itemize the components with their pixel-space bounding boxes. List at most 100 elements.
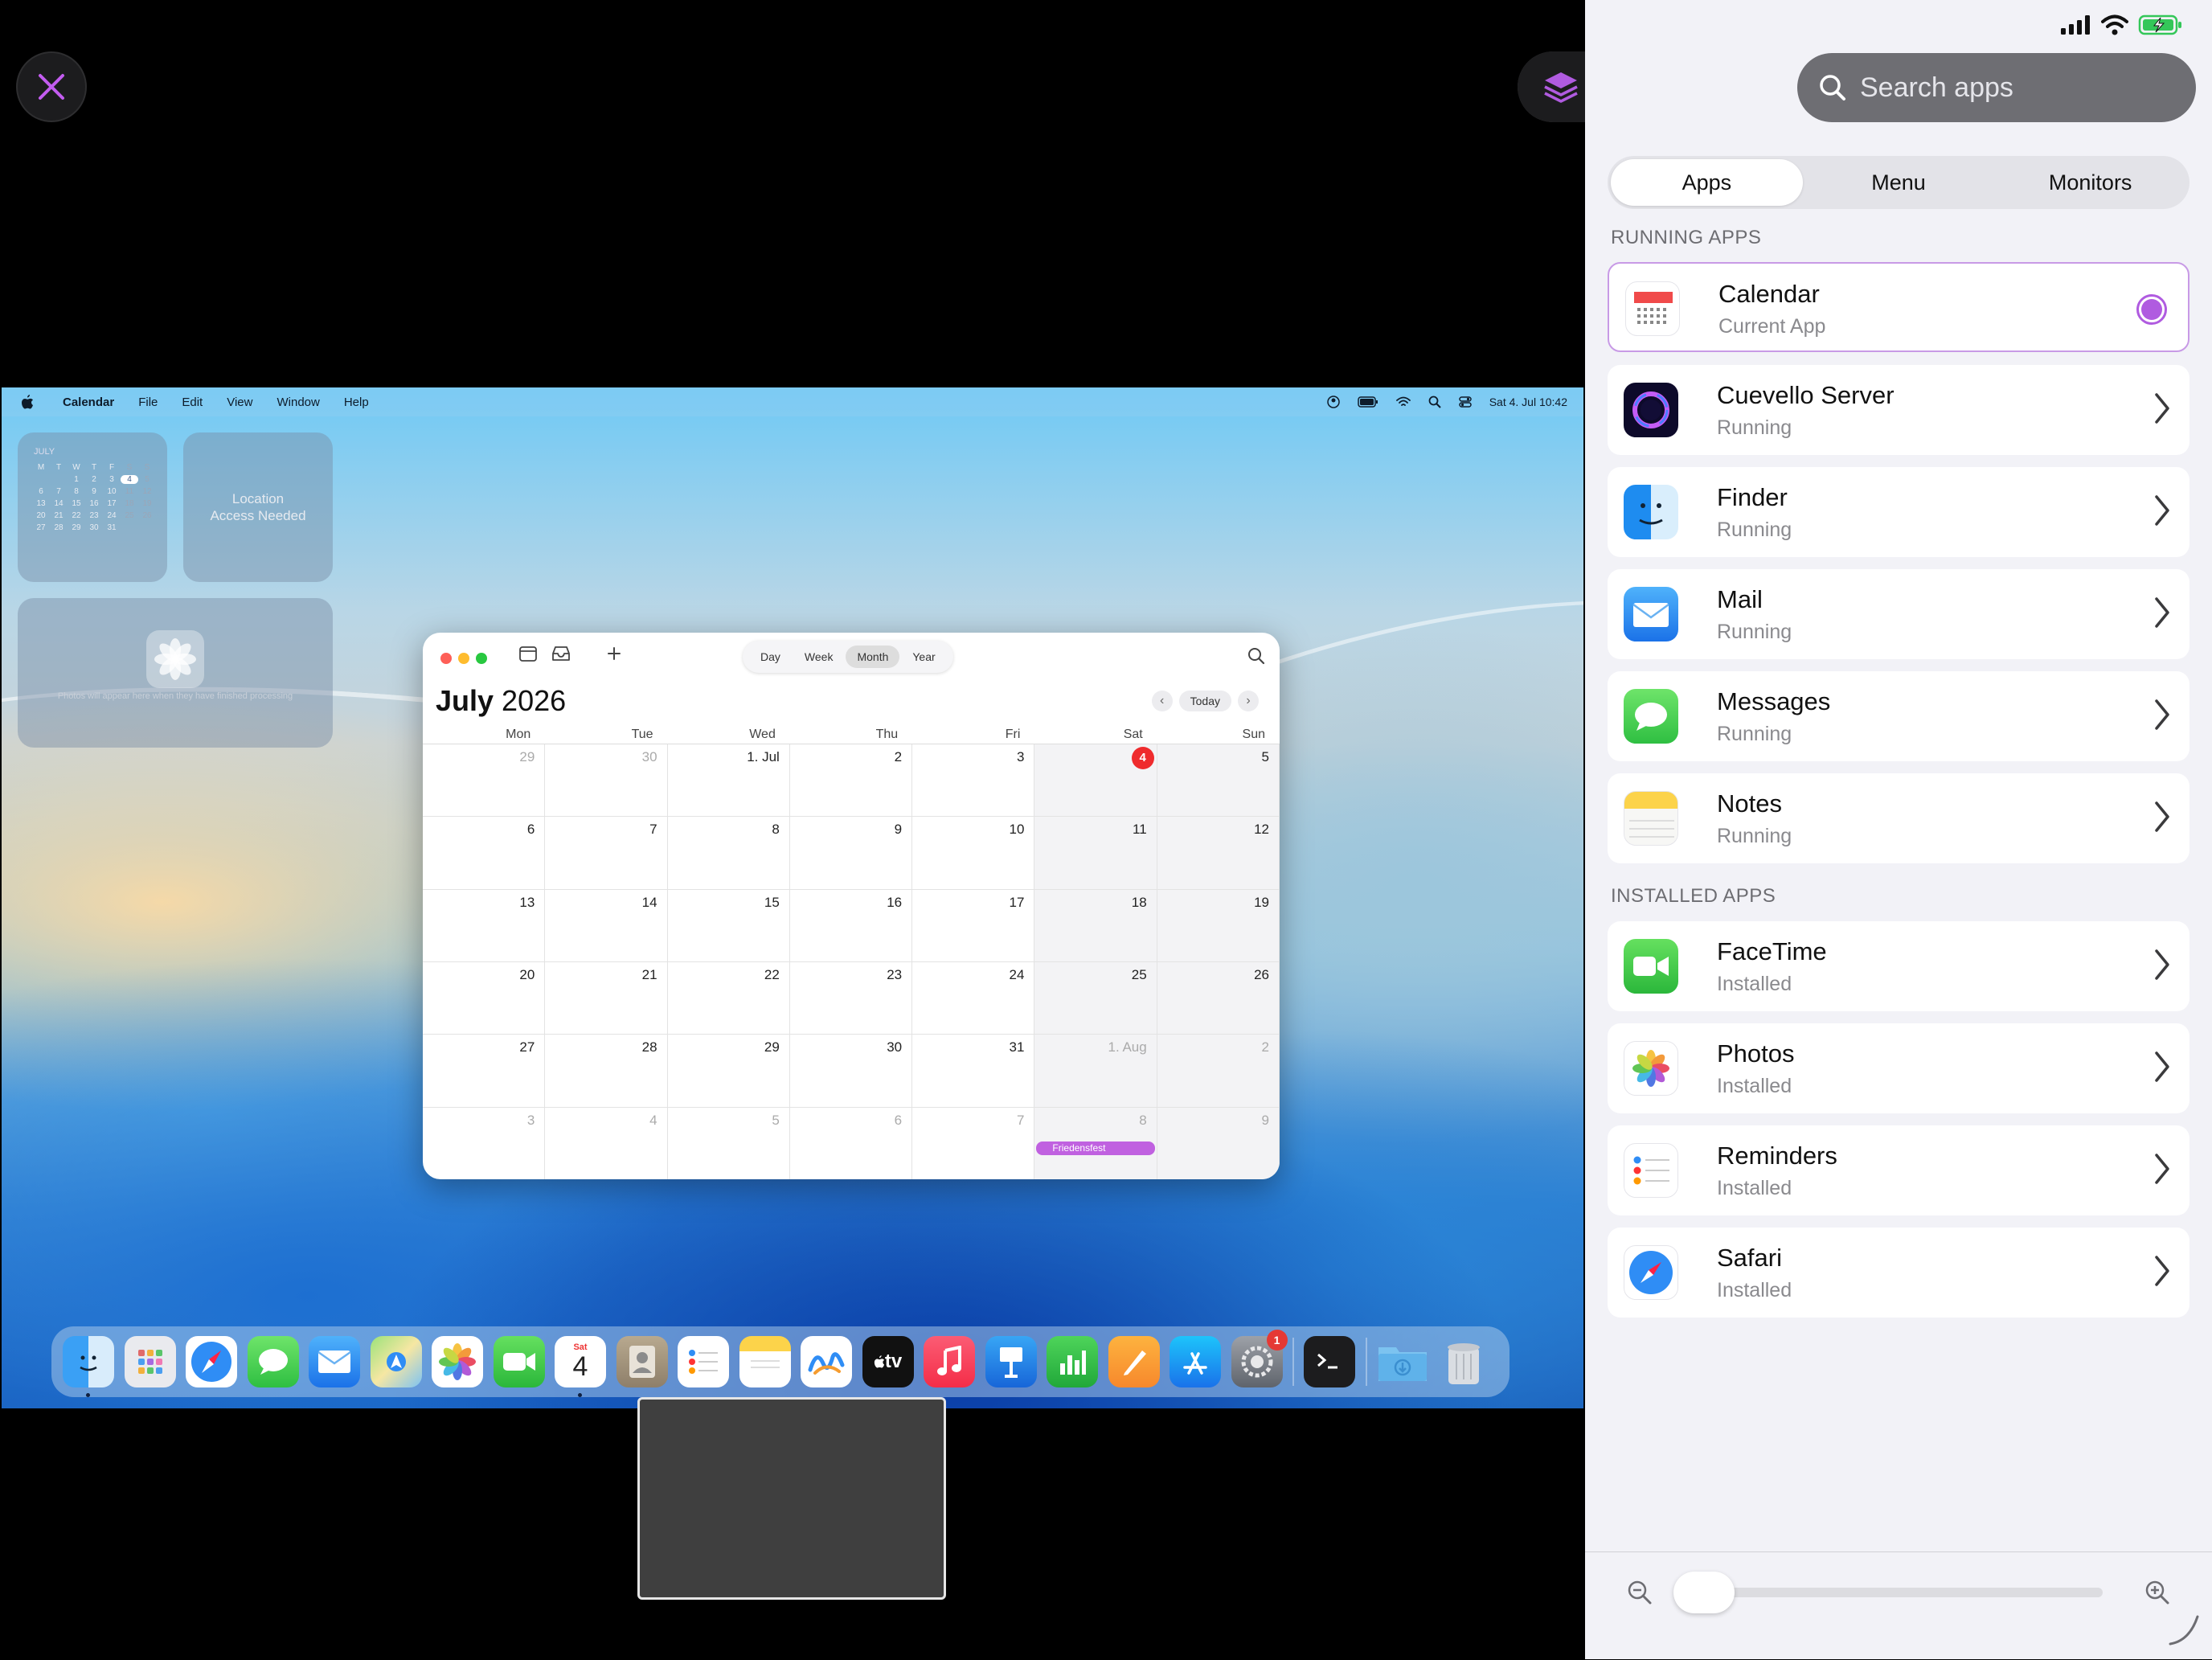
battery-icon[interactable] — [1357, 396, 1378, 408]
menu-window[interactable]: Window — [276, 396, 319, 409]
photos-widget[interactable]: Photos will appear here when they have f… — [18, 598, 333, 748]
dock-messages-icon[interactable] — [247, 1336, 299, 1387]
day-cell-today[interactable]: 4 — [1034, 744, 1157, 818]
dock-mail-icon[interactable] — [309, 1336, 360, 1387]
app-row-mail[interactable]: Mail Running — [1608, 569, 2189, 659]
zoom-out-icon[interactable] — [1627, 1580, 1653, 1605]
app-row-cuevello-server[interactable]: Cuevello Server Running — [1608, 365, 2189, 455]
window-minimize-button[interactable] — [458, 653, 469, 664]
day-cell[interactable]: 6 — [789, 1107, 913, 1179]
app-row-messages[interactable]: Messages Running — [1608, 671, 2189, 761]
day-cell[interactable]: 25 — [1034, 962, 1157, 1035]
day-cell[interactable]: 12 — [1157, 817, 1280, 890]
day-cell[interactable]: 10 — [912, 817, 1035, 890]
day-cell[interactable]: 16 — [789, 889, 913, 962]
close-button[interactable] — [16, 51, 87, 122]
dock-keynote-icon[interactable] — [985, 1336, 1037, 1387]
dock-numbers-icon[interactable] — [1047, 1336, 1098, 1387]
dock-contacts-icon[interactable] — [616, 1336, 668, 1387]
day-cell[interactable]: 22 — [667, 962, 790, 1035]
day-cell[interactable]: 20 — [423, 962, 546, 1035]
tab-monitors[interactable]: Monitors — [1994, 159, 2186, 206]
dock-notes-icon[interactable] — [739, 1336, 791, 1387]
user-icon[interactable] — [1326, 396, 1340, 408]
zoom-slider-knob[interactable] — [1673, 1572, 1735, 1613]
day-cell[interactable]: 11 — [1034, 817, 1157, 890]
day-cell[interactable]: 31 — [912, 1035, 1035, 1108]
view-month-button[interactable]: Month — [846, 646, 900, 668]
day-cell[interactable]: 27 — [423, 1035, 546, 1108]
resize-handle-icon[interactable] — [2165, 1612, 2201, 1647]
day-cell[interactable]: 3 — [423, 1107, 546, 1179]
app-row-notes[interactable]: Notes Running — [1608, 773, 2189, 863]
control-center-icon[interactable] — [1458, 396, 1472, 408]
apple-logo-icon[interactable] — [21, 395, 34, 409]
dock-safari-icon[interactable] — [186, 1336, 237, 1387]
calendar-event[interactable]: Friedensfest — [1036, 1142, 1155, 1155]
dock-pages-icon[interactable] — [1108, 1336, 1160, 1387]
day-cell[interactable]: 2 — [789, 744, 913, 818]
calendar-search-icon[interactable] — [1247, 647, 1265, 665]
dock-freeform-icon[interactable] — [801, 1336, 852, 1387]
day-cell[interactable]: 19 — [1157, 889, 1280, 962]
day-cell[interactable]: 1. Jul — [667, 744, 790, 818]
day-cell[interactable]: 23 — [789, 962, 913, 1035]
dock-system-settings-icon[interactable]: 1 — [1231, 1330, 1288, 1387]
next-month-button[interactable]: › — [1238, 691, 1259, 711]
day-cell[interactable]: 8 Friedensfest — [1034, 1107, 1157, 1179]
search-apps-field[interactable] — [1797, 53, 2196, 122]
wifi-icon[interactable] — [1395, 396, 1411, 408]
dock-terminal-icon[interactable] — [1304, 1336, 1355, 1387]
calendar-window[interactable]: Day Week Month Year July 2026 ‹ Today › … — [423, 633, 1280, 1179]
day-cell[interactable]: 28 — [545, 1035, 668, 1108]
mac-screen[interactable]: Calendar File Edit View Window Help Sat … — [2, 387, 1583, 1408]
menu-view[interactable]: View — [227, 396, 252, 409]
app-row-reminders[interactable]: Reminders Installed — [1608, 1125, 2189, 1215]
day-cell[interactable]: 2 — [1157, 1035, 1280, 1108]
dock-app-store-icon[interactable] — [1169, 1336, 1221, 1387]
day-cell[interactable]: 1. Aug — [1034, 1035, 1157, 1108]
weather-widget[interactable]: Location Access Needed — [183, 432, 333, 582]
calendar-list-icon[interactable] — [519, 646, 537, 662]
day-cell[interactable]: 9 — [1157, 1107, 1280, 1179]
day-cell[interactable]: 7 — [912, 1107, 1035, 1179]
search-input[interactable] — [1858, 71, 2167, 105]
menubar-clock[interactable]: Sat 4. Jul 10:42 — [1489, 396, 1567, 408]
menu-help[interactable]: Help — [344, 396, 369, 409]
day-cell[interactable]: 24 — [912, 962, 1035, 1035]
day-cell[interactable]: 7 — [545, 817, 668, 890]
view-year-button[interactable]: Year — [901, 646, 946, 668]
dock-tv-icon[interactable]: tv — [862, 1336, 914, 1387]
today-button[interactable]: Today — [1178, 691, 1231, 711]
day-cell[interactable]: 9 — [789, 817, 913, 890]
menu-edit[interactable]: Edit — [182, 396, 203, 409]
dock-finder-icon[interactable] — [63, 1336, 114, 1397]
dock-reminders-icon[interactable] — [678, 1336, 729, 1387]
zoom-slider-track[interactable] — [1675, 1588, 2103, 1597]
dock-launchpad-icon[interactable] — [124, 1336, 176, 1387]
dock-calendar-icon[interactable]: Sat 4 — [555, 1336, 606, 1397]
day-cell[interactable]: 29 — [423, 744, 546, 818]
menu-file[interactable]: File — [138, 396, 158, 409]
tab-apps[interactable]: Apps — [1611, 159, 1803, 206]
previous-month-button[interactable]: ‹ — [1151, 691, 1173, 711]
dock-trash-icon[interactable] — [1438, 1336, 1489, 1387]
day-cell[interactable]: 13 — [423, 889, 546, 962]
app-row-safari[interactable]: Safari Installed — [1608, 1228, 2189, 1318]
inbox-icon[interactable] — [551, 646, 571, 662]
dock-photos-icon[interactable] — [432, 1336, 483, 1387]
tab-menu[interactable]: Menu — [1803, 159, 1995, 206]
app-row-photos[interactable]: Photos Installed — [1608, 1023, 2189, 1113]
day-cell[interactable]: 14 — [545, 889, 668, 962]
app-row-finder[interactable]: Finder Running — [1608, 467, 2189, 557]
calendar-widget[interactable]: JULY M T W T F S S 1 2 3 4 5 6 7 8 9 10 11 12 13 14 15 16 17 18 1… — [18, 432, 167, 582]
day-cell[interactable]: 17 — [912, 889, 1035, 962]
day-cell[interactable]: 21 — [545, 962, 668, 1035]
day-cell[interactable]: 3 — [912, 744, 1035, 818]
dock-facetime-icon[interactable] — [493, 1336, 545, 1387]
spotlight-icon[interactable] — [1428, 396, 1441, 408]
dock-downloads-icon[interactable] — [1377, 1336, 1428, 1387]
dock-maps-icon[interactable] — [370, 1336, 422, 1387]
day-cell[interactable]: 6 — [423, 817, 546, 890]
viewport-thumbnail[interactable] — [637, 1397, 946, 1600]
